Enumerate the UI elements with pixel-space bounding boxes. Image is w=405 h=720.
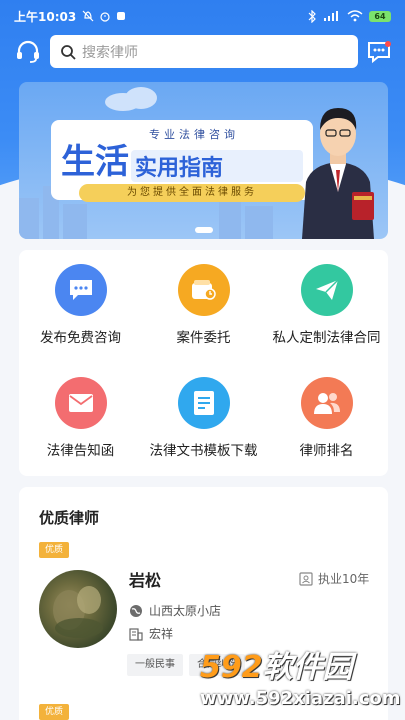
section-title: 优质律师: [39, 509, 100, 527]
location-text: 山西太原小店: [149, 604, 222, 618]
people-icon: [300, 377, 353, 429]
menu-item-free-consult[interactable]: 发布免费咨询: [19, 250, 142, 363]
globe-icon: [130, 604, 142, 617]
status-bar: 上午10:03 64: [0, 0, 405, 32]
status-time: 上午10:03: [14, 9, 77, 24]
lawyer-firm: 宏祥: [129, 625, 173, 642]
menu-item-label: 私人定制法律合同: [272, 330, 381, 346]
battery-indicator: 64: [369, 10, 391, 22]
service-menu: 发布免费咨询 案件委托 私人定制法律合同 法律告知函 法律文书模板下载 律师排名: [19, 250, 388, 476]
specialty-tag: 一般民事: [127, 654, 183, 676]
site-watermark: 592软件园 www.592xiazai.com: [200, 642, 401, 718]
wifi-icon: [347, 10, 363, 22]
status-right-icons: 64: [308, 9, 391, 23]
license-icon: [299, 571, 313, 586]
building-icon: [129, 627, 143, 641]
watermark-text: 软件园: [262, 650, 353, 685]
top-header: 搜索律师: [0, 32, 405, 72]
lawyer-location: 山西太原小店: [129, 602, 221, 619]
banner-title-part1: 生活: [61, 142, 129, 182]
lawyer-avatar[interactable]: [39, 570, 117, 648]
menu-item-label: 法律告知函: [46, 443, 115, 459]
promo-banner[interactable]: 专业法律咨询 生活 实用指南 为您提供全面法律服务: [19, 82, 388, 239]
quality-badge: 优质: [39, 704, 69, 720]
headset-icon[interactable]: [14, 38, 42, 66]
alarm-icon: [100, 12, 110, 22]
wallet-icon: [177, 264, 230, 316]
chat-bubble-icon: [54, 264, 107, 316]
document-icon: [177, 377, 230, 429]
signal-icon: [324, 11, 338, 21]
watermark-title: 592软件园: [200, 642, 400, 686]
menu-item-case-entrust[interactable]: 案件委托: [142, 250, 265, 363]
banner-card: 专业法律咨询 生活 实用指南 为您提供全面法律服务: [51, 120, 313, 202]
bluetooth-icon: [308, 9, 316, 23]
menu-item-label: 发布免费咨询: [40, 330, 121, 346]
banner-title-part2: 实用指南: [131, 150, 303, 182]
lawyer-name[interactable]: 岩松: [129, 567, 161, 591]
firm-text: 宏祥: [149, 627, 174, 641]
cloud-decoration: [105, 87, 157, 111]
search-placeholder: 搜索律师: [82, 44, 138, 61]
status-left-icons: [82, 10, 126, 22]
menu-item-custom-contract[interactable]: 私人定制法律合同: [265, 250, 388, 363]
paper-plane-icon: [300, 264, 353, 316]
search-icon: [61, 44, 76, 60]
menu-item-legal-notice[interactable]: 法律告知函: [19, 363, 142, 476]
lawyer-illustration: [302, 108, 374, 239]
watermark-number: 592: [200, 650, 263, 685]
practice-years: 执业10年: [299, 570, 369, 587]
menu-item-label: 法律文书模板下载: [149, 443, 258, 459]
search-bar[interactable]: 搜索律师: [50, 35, 358, 68]
envelope-icon: [54, 377, 107, 429]
banner-tagline: 为您提供全面法律服务: [79, 184, 305, 202]
app-notification-icon: [117, 12, 126, 20]
quality-badge: 优质: [39, 542, 69, 558]
menu-item-label: 案件委托: [176, 330, 231, 346]
menu-item-lawyer-ranking[interactable]: 律师排名: [265, 363, 388, 476]
menu-item-template-download[interactable]: 法律文书模板下载: [142, 363, 265, 476]
message-icon[interactable]: [366, 40, 392, 64]
banner-subtitle: 专业法律咨询: [149, 128, 239, 141]
carousel-indicator[interactable]: [195, 227, 213, 233]
menu-item-label: 律师排名: [299, 443, 354, 459]
watermark-url: www.592xiazai.com: [200, 688, 401, 709]
practice-years-text: 执业10年: [318, 572, 370, 586]
mute-icon: [82, 10, 94, 22]
